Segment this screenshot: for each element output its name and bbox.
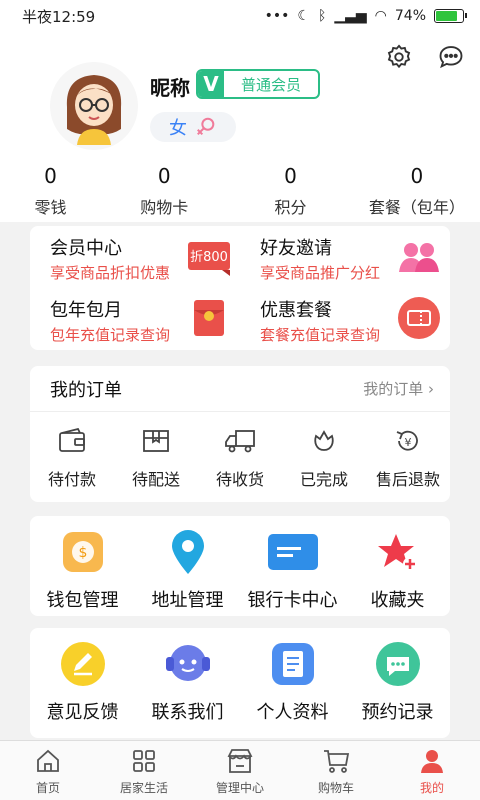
tools-card-2: 意见反馈 联系我们 个人资料 预约记录	[30, 628, 450, 738]
red-envelope-icon	[186, 296, 232, 340]
discount-tag-icon: 折800	[186, 234, 232, 278]
more-dots-icon: •••	[264, 8, 290, 24]
headset-icon	[135, 640, 240, 688]
feedback[interactable]: 意见反馈	[30, 640, 135, 724]
stats-row: 0 零钱 0 购物卡 0 积分 0 套餐（包年）	[0, 164, 480, 218]
promo-card: 会员中心 享受商品折扣优惠 折800 好友邀请 享受商品推广分红 包年包月 包年…	[30, 226, 450, 350]
document-icon	[240, 640, 345, 688]
avatar[interactable]	[50, 62, 138, 150]
status-time: 半夜12:59	[22, 7, 96, 26]
member-level-label: 普通会员	[240, 75, 301, 94]
grid-icon	[96, 747, 192, 775]
status-bar: 半夜12:59 ••• ☾ ᛒ ▁▃▅ ◠ 74%	[0, 0, 480, 32]
tab-home-living[interactable]: 居家生活	[96, 741, 192, 800]
chevron-right-icon: ›	[428, 380, 434, 398]
order-completed[interactable]: 已完成	[282, 426, 366, 490]
moon-icon: ☾	[297, 8, 310, 24]
battery-percent: 74%	[394, 8, 426, 24]
svg-text:$: $	[78, 545, 87, 561]
order-pending-payment[interactable]: 待付款	[30, 426, 114, 490]
truck-icon	[198, 426, 282, 456]
promo-invite-friends[interactable]: 好友邀请 享受商品推广分红	[240, 226, 450, 288]
box-icon	[114, 426, 198, 456]
cart-icon	[288, 747, 384, 775]
tab-cart[interactable]: 购物车	[288, 741, 384, 800]
address-management[interactable]: 地址管理	[135, 528, 240, 612]
nickname[interactable]: 昵称	[150, 72, 190, 101]
star-plus-icon	[345, 528, 450, 576]
personal-info[interactable]: 个人资料	[240, 640, 345, 724]
stat-package[interactable]: 0 套餐（包年）	[354, 164, 480, 218]
bank-card-icon	[240, 528, 345, 576]
appointment-records[interactable]: 预约记录	[345, 640, 450, 724]
tab-management-center[interactable]: 管理中心	[192, 741, 288, 800]
promo-annual-plan[interactable]: 包年包月 包年充值记录查询	[30, 288, 240, 350]
promo-member-center[interactable]: 会员中心 享受商品折扣优惠 折800	[30, 226, 240, 288]
home-icon	[0, 747, 96, 775]
contact-us[interactable]: 联系我们	[135, 640, 240, 724]
settings-gear-icon[interactable]	[384, 42, 414, 72]
order-refund[interactable]: ¥ 售后退款	[366, 426, 450, 490]
orders-title: 我的订单	[50, 379, 122, 401]
gender-tag: 女	[150, 112, 236, 142]
stat-points[interactable]: 0 积分	[227, 164, 353, 218]
stat-change[interactable]: 0 零钱	[0, 164, 101, 218]
vip-icon: V	[198, 71, 224, 97]
wifi-icon: ◠	[374, 8, 387, 24]
feedback-pencil-icon	[30, 640, 135, 688]
female-symbol-icon	[197, 117, 215, 136]
signal-icon: ▁▃▅	[334, 8, 367, 24]
gender-label: 女	[169, 118, 187, 139]
promo-discount-package[interactable]: 优惠套餐 套餐充值记录查询	[240, 288, 450, 350]
wallet-icon	[30, 426, 114, 456]
bluetooth-icon: ᛒ	[317, 8, 327, 24]
wallet-coin-icon: $	[30, 528, 135, 576]
flower-icon	[282, 426, 366, 456]
bottom-tab-bar: 首页 居家生活 管理中心 购物车 我的	[0, 740, 480, 800]
refund-icon: ¥	[366, 426, 450, 456]
ticket-icon	[396, 296, 442, 340]
wallet-management[interactable]: $ 钱包管理	[30, 528, 135, 612]
store-icon	[192, 747, 288, 775]
status-indicators: ••• ☾ ᛒ ▁▃▅ ◠ 74%	[264, 8, 467, 24]
stat-shopping-card[interactable]: 0 购物卡	[101, 164, 227, 218]
profile-section: 昵称 V 普通会员 女 0 零钱 0 购物卡 0 积分 0 套餐（包年）	[0, 32, 480, 222]
user-icon	[384, 747, 480, 775]
member-level-badge[interactable]: V 普通会员	[196, 69, 320, 99]
location-pin-icon	[135, 528, 240, 576]
message-icon[interactable]	[436, 42, 466, 72]
battery-icon	[434, 9, 467, 23]
orders-card: 我的订单 我的订单 › 待付款 待配送 待收货 已完成 ¥ 售后退款	[30, 366, 450, 502]
svg-text:¥: ¥	[405, 436, 412, 449]
tools-card-1: $ 钱包管理 地址管理 银行卡中心 收藏夹	[30, 516, 450, 616]
tab-mine[interactable]: 我的	[384, 741, 480, 800]
friends-icon	[396, 234, 442, 278]
tab-home[interactable]: 首页	[0, 741, 96, 800]
orders-header: 我的订单 我的订单 ›	[30, 366, 450, 412]
favorites[interactable]: 收藏夹	[345, 528, 450, 612]
order-pending-receipt[interactable]: 待收货	[198, 426, 282, 490]
orders-more-link[interactable]: 我的订单 ›	[363, 378, 434, 399]
svg-text:折800: 折800	[190, 250, 228, 265]
chat-bubble-icon	[345, 640, 450, 688]
bank-card-center[interactable]: 银行卡中心	[240, 528, 345, 612]
order-pending-delivery[interactable]: 待配送	[114, 426, 198, 490]
